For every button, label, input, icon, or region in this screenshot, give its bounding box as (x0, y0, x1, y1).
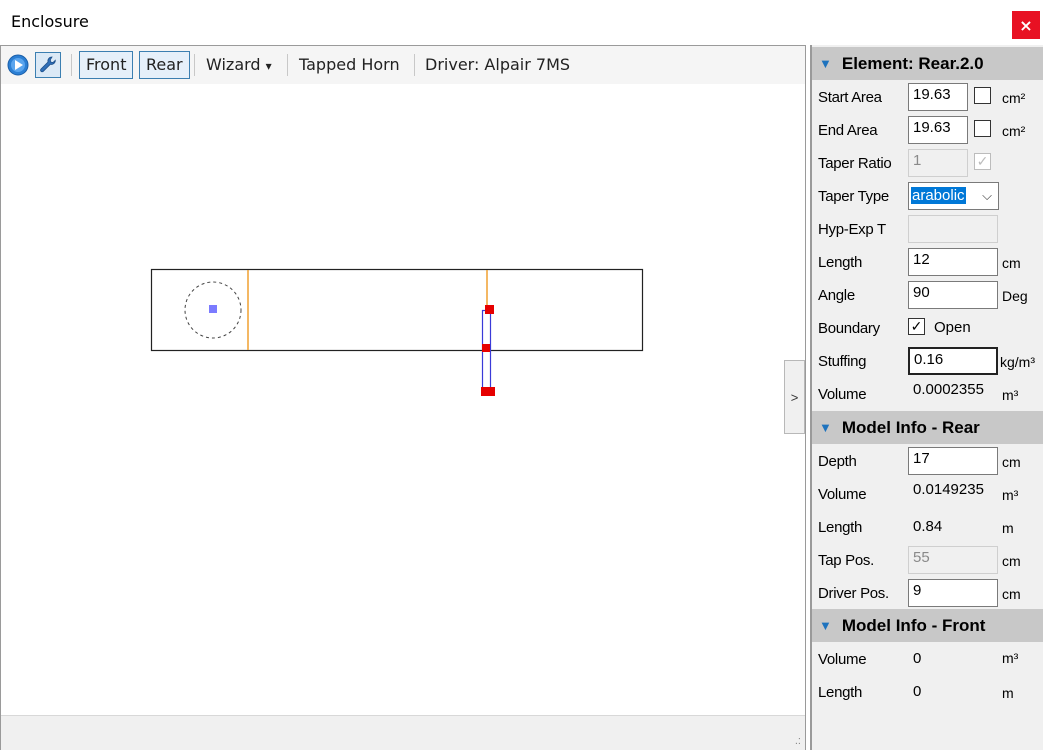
triangle-down-icon: ▼ (819, 618, 832, 633)
end-area-row: End Area 19.63 cm² (812, 113, 1043, 146)
close-icon: × (1019, 15, 1033, 35)
taper-ratio-row: Taper Ratio 1 ✓ (812, 146, 1043, 179)
front-volume-value: 0 (913, 650, 922, 667)
chevron-down-icon: ⌵ (982, 188, 992, 203)
front-volume-row: Volume 0 m³ (812, 642, 1043, 675)
angle-unit: Deg (1002, 288, 1028, 304)
tap-pos-label: Tap Pos. (818, 552, 874, 569)
stuffing-row: Stuffing 0.16 kg/m³ (812, 344, 1043, 377)
front-length-unit: m (1002, 685, 1014, 701)
check-icon: ✓ (976, 153, 989, 169)
boundary-label: Boundary (818, 320, 880, 337)
volume-unit: m³ (1002, 387, 1019, 403)
driver-pos-row: Driver Pos. 9 cm (812, 576, 1043, 609)
enclosure-canvas[interactable]: Front Rear Wizard ▾ Tapped Horn Driver: … (0, 45, 806, 750)
tap-pos-input: 55 (908, 546, 998, 574)
hyp-exp-row: Hyp-Exp T (812, 212, 1043, 245)
stuffing-unit: kg/m³ (1000, 354, 1035, 370)
volume-label: Volume (818, 386, 867, 403)
check-icon: ✓ (910, 318, 923, 334)
angle-input[interactable]: 90 (908, 281, 998, 309)
element-section-header[interactable]: ▼ Element: Rear.2.0 (812, 47, 1043, 80)
collapse-panel-button[interactable]: > (784, 360, 805, 434)
driver-pos-input[interactable]: 9 (908, 579, 998, 607)
model-rear-title: Model Info - Rear (841, 417, 980, 437)
front-volume-unit: m³ (1002, 650, 1019, 666)
handle-top[interactable] (485, 305, 494, 314)
title-bar: Enclosure × (0, 0, 1043, 44)
tap-pos-row: Tap Pos. 55 cm (812, 543, 1043, 576)
end-area-label: End Area (818, 122, 878, 139)
handle-bottom[interactable] (481, 387, 495, 396)
angle-label: Angle (818, 287, 855, 304)
triangle-down-icon: ▼ (819, 56, 832, 71)
handle-middle[interactable] (482, 344, 490, 352)
hyp-exp-label: Hyp-Exp T (818, 221, 886, 238)
front-length-label: Length (818, 684, 863, 701)
start-area-row: Start Area 19.63 cm² (812, 80, 1043, 113)
boundary-open-checkbox[interactable]: ✓ (908, 318, 925, 335)
end-area-input[interactable]: 19.63 (908, 116, 968, 144)
taper-type-value: arabolic (911, 187, 966, 204)
rear-length-unit: m (1002, 520, 1014, 536)
rear-length-value: 0.84 (913, 518, 943, 535)
triangle-down-icon: ▼ (819, 420, 832, 435)
length-unit: cm (1002, 255, 1021, 271)
depth-unit: cm (1002, 454, 1021, 470)
end-area-unit: cm² (1002, 123, 1026, 139)
rear-volume-unit: m³ (1002, 487, 1019, 503)
taper-ratio-label: Taper Ratio (818, 155, 892, 172)
rear-volume-value: 0.0149235 (913, 481, 984, 498)
length-label: Length (818, 254, 863, 271)
taper-ratio-checkbox: ✓ (974, 153, 991, 170)
taper-type-row: Taper Type arabolic ⌵ (812, 179, 1043, 212)
start-area-checkbox[interactable] (974, 87, 991, 104)
volume-row: Volume 0.0002355 m³ (812, 377, 1043, 410)
resize-grip-icon[interactable]: .: (795, 735, 801, 747)
window-title: Enclosure (11, 12, 89, 31)
depth-row: Depth 17 cm (812, 444, 1043, 477)
close-button[interactable]: × (1012, 11, 1040, 39)
driver-pos-label: Driver Pos. (818, 585, 889, 602)
boundary-open-label: Open (934, 319, 971, 336)
model-front-title: Model Info - Front (841, 615, 986, 635)
start-area-unit: cm² (1002, 90, 1026, 106)
model-rear-header[interactable]: ▼ Model Info - Rear (812, 411, 1043, 444)
depth-input[interactable]: 17 (908, 447, 998, 475)
driver-marker[interactable] (209, 305, 217, 313)
chevron-right-icon: > (790, 389, 799, 405)
taper-type-label: Taper Type (818, 188, 889, 205)
volume-value: 0.0002355 (913, 381, 984, 398)
taper-type-select[interactable]: arabolic ⌵ (908, 182, 999, 210)
driver-pos-unit: cm (1002, 586, 1021, 602)
model-front-header[interactable]: ▼ Model Info - Front (812, 609, 1043, 642)
enclosure-outline (150, 268, 644, 352)
taper-ratio-input: 1 (908, 149, 968, 177)
stuffing-label: Stuffing (818, 353, 867, 370)
front-length-value: 0 (913, 683, 922, 700)
rear-length-row: Length 0.84 m (812, 510, 1043, 543)
start-area-label: Start Area (818, 89, 882, 106)
angle-row: Angle 90 Deg (812, 278, 1043, 311)
start-area-input[interactable]: 19.63 (908, 83, 968, 111)
length-row: Length 12 cm (812, 245, 1043, 278)
rear-volume-row: Volume 0.0149235 m³ (812, 477, 1043, 510)
stuffing-input[interactable]: 0.16 (908, 347, 998, 375)
boundary-row: Boundary ✓ Open (812, 311, 1043, 344)
status-bar: .: (1, 715, 805, 750)
enclosure-drawing[interactable] (1, 46, 805, 715)
front-length-row: Length 0 m (812, 675, 1043, 708)
front-volume-label: Volume (818, 651, 867, 668)
rear-length-label: Length (818, 519, 863, 536)
properties-panel: ▼ Element: Rear.2.0 Start Area 19.63 cm²… (810, 45, 1043, 750)
tap-pos-unit: cm (1002, 553, 1021, 569)
depth-label: Depth (818, 453, 857, 470)
hyp-exp-input (908, 215, 998, 243)
rear-volume-label: Volume (818, 486, 867, 503)
length-input[interactable]: 12 (908, 248, 998, 276)
element-title: Element: Rear.2.0 (841, 53, 984, 73)
end-area-checkbox[interactable] (974, 120, 991, 137)
